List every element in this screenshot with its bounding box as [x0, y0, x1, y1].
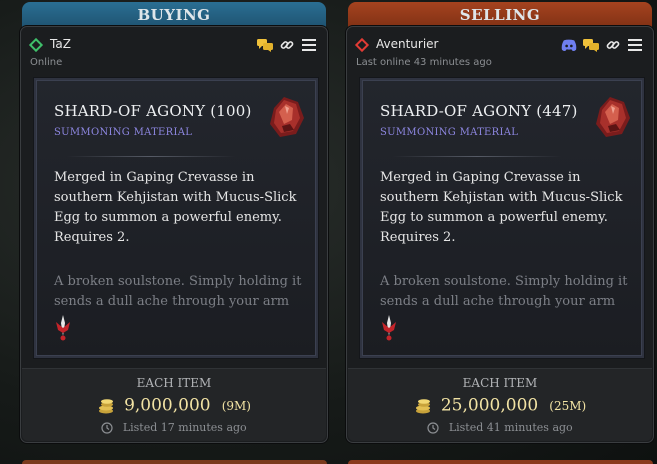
item-name: SHARD-OF AGONY (447)	[380, 102, 578, 120]
card-header: Aventurier Last online 43 minutes ago	[354, 37, 645, 73]
chat-icon[interactable]	[583, 37, 599, 53]
item-description: Merged in Gaping Crevasse in southern Ke…	[54, 170, 297, 245]
item-type: SUMMONING MATERIAL	[380, 127, 519, 138]
clock-icon	[427, 422, 439, 434]
listed-time: Listed 17 minutes ago	[122, 421, 247, 434]
item-class-badge-icon	[56, 315, 70, 341]
item-tooltip: SHARD-OF AGONY (447) SUMMONING MATERIAL …	[359, 77, 645, 359]
price-amount: 9,000,000	[124, 395, 211, 416]
each-item-label: EACH ITEM	[136, 376, 212, 390]
menu-icon[interactable]	[301, 37, 317, 53]
chat-icon[interactable]	[257, 37, 273, 53]
online-status-icon	[28, 37, 44, 53]
next-card-edge	[22, 460, 327, 464]
price-amount: 25,000,000	[440, 395, 539, 416]
price-panel: EACH ITEM 9,000,000 (9M) Listed 17 minut…	[22, 368, 326, 441]
link-icon[interactable]	[605, 37, 621, 53]
clock-icon	[101, 422, 113, 434]
link-icon[interactable]	[279, 37, 295, 53]
tooltip-divider	[66, 156, 236, 157]
username[interactable]: TaZ	[50, 37, 71, 51]
listing-card-buying: TaZ Online SHARD-OF AGONY (100) SUMMONIN…	[20, 26, 328, 443]
price-short: (25M)	[549, 398, 587, 413]
each-item-label: EACH ITEM	[462, 376, 538, 390]
tooltip-divider	[392, 156, 562, 157]
item-flavor-text: A broken soulstone. Simply holding it se…	[54, 274, 302, 309]
presence-status: Last online 43 minutes ago	[356, 57, 492, 68]
item-type: SUMMONING MATERIAL	[54, 127, 193, 138]
item-class-badge-icon	[382, 315, 396, 341]
price-short: (9M)	[221, 398, 251, 413]
soulstone-shard-icon	[596, 97, 630, 137]
next-card-edge	[348, 460, 653, 464]
item-name: SHARD-OF AGONY (100)	[54, 102, 252, 120]
price-panel: EACH ITEM 25,000,000 (25M) Listed 41 min…	[348, 368, 652, 441]
item-flavor-text: A broken soulstone. Simply holding it se…	[380, 274, 628, 309]
gold-coins-icon	[98, 398, 113, 413]
listing-card-selling: Aventurier Last online 43 minutes ago SH…	[346, 26, 654, 443]
listed-time: Listed 41 minutes ago	[448, 421, 573, 434]
discord-icon[interactable]	[561, 37, 577, 53]
presence-status: Online	[30, 57, 63, 68]
gold-coins-icon	[415, 398, 430, 413]
card-header: TaZ Online	[28, 37, 319, 73]
soulstone-shard-icon	[270, 97, 304, 137]
item-tooltip: SHARD-OF AGONY (100) SUMMONING MATERIAL …	[33, 77, 319, 359]
item-description: Merged in Gaping Crevasse in southern Ke…	[380, 170, 623, 245]
offline-status-icon	[354, 37, 370, 53]
username[interactable]: Aventurier	[376, 37, 439, 51]
menu-icon[interactable]	[627, 37, 643, 53]
